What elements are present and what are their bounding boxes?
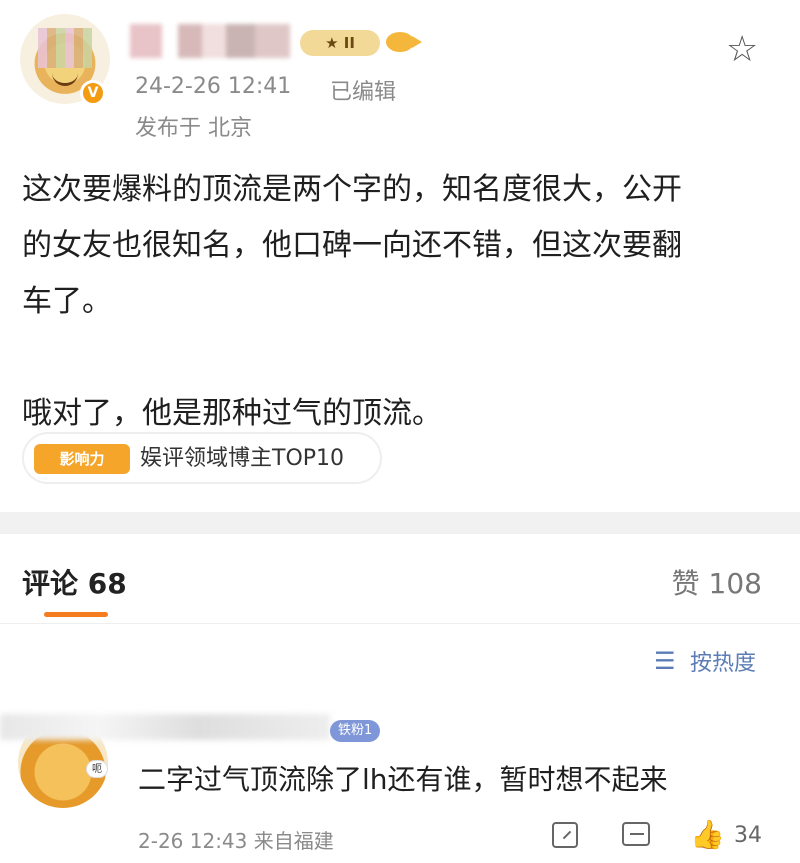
verified-icon: V bbox=[80, 80, 106, 106]
comment-time: 2-26 12:43 来自福建 bbox=[138, 829, 334, 853]
share-icon[interactable] bbox=[552, 822, 578, 848]
commenter-name-blurred[interactable] bbox=[0, 714, 330, 740]
section-divider bbox=[0, 512, 800, 534]
avatar-face bbox=[52, 72, 78, 86]
sort-icon[interactable]: ☰ bbox=[654, 647, 676, 675]
fish-icon bbox=[386, 32, 422, 52]
content-line: 的女友也很知名，他口碑一向还不错，但这次要翻 bbox=[22, 228, 682, 263]
avatar-mosaic bbox=[38, 28, 92, 68]
content-line: 车了。 bbox=[22, 284, 112, 319]
author-name-blurred[interactable] bbox=[130, 24, 290, 58]
star-icon[interactable]: ☆ bbox=[726, 30, 766, 70]
thumbs-up-icon[interactable]: 👍 bbox=[690, 818, 725, 851]
post-content: 这次要爆料的顶流是两个字的，知名度很大，公开 的女友也很知名，他口碑一向还不错，… bbox=[22, 162, 782, 442]
post-card: V ★ II 24-2-26 12:41 已编辑 发布于 北京 ☆ 这次要爆料的… bbox=[0, 0, 800, 512]
influence-badge: 影响力 bbox=[34, 444, 130, 474]
sort-row: ☰ 按热度 bbox=[0, 625, 800, 695]
active-tab-underline bbox=[44, 612, 108, 617]
level-badge: ★ II bbox=[300, 30, 380, 56]
edited-label[interactable]: 已编辑 bbox=[330, 74, 396, 106]
comment-icon[interactable] bbox=[622, 822, 650, 846]
post-timestamp: 24-2-26 12:41 bbox=[135, 74, 292, 99]
sort-by-hot-button[interactable]: 按热度 bbox=[690, 645, 756, 677]
influence-tag[interactable]: 影响力 娱评领域博主TOP10 bbox=[22, 432, 382, 484]
tab-comments[interactable]: 评论 68 bbox=[22, 562, 127, 602]
content-line: 这次要爆料的顶流是两个字的，知名度很大，公开 bbox=[22, 172, 682, 207]
content-gap bbox=[22, 330, 782, 386]
fan-badge: 铁粉1 bbox=[330, 720, 381, 742]
influence-label: 娱评领域博主TOP10 bbox=[140, 446, 345, 471]
comment-item: 呃 铁粉1 二字过气顶流除了lh还有谁，暂时想不起来 2-26 12:43 来自… bbox=[0, 700, 800, 863]
comment-text: 二字过气顶流除了lh还有谁，暂时想不起来 bbox=[138, 763, 668, 796]
post-location: 发布于 北京 bbox=[135, 116, 252, 141]
tab-likes[interactable]: 赞 108 bbox=[672, 562, 762, 602]
like-count: 34 bbox=[734, 823, 762, 848]
commenter-avatar-badge: 呃 bbox=[86, 760, 108, 778]
comments-header: 评论 68 赞 108 bbox=[0, 534, 800, 624]
